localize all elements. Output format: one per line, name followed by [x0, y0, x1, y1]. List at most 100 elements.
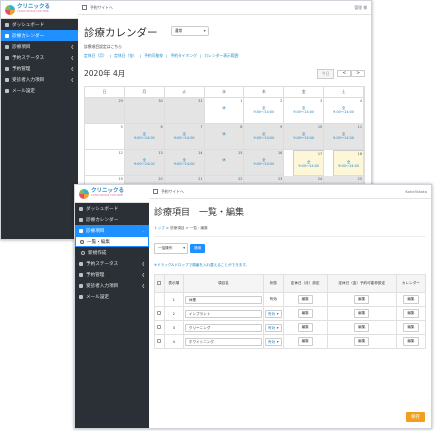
sidebar-item[interactable]: ダッシュボード — [1, 19, 78, 30]
calendar-day[interactable]: 9全 9:00〜14:00 — [244, 124, 285, 150]
calendar-day[interactable]: 7全 9:00〜14:00 — [164, 124, 205, 150]
calendar-day[interactable]: 29 — [85, 98, 125, 124]
edit-button[interactable]: 編集 — [297, 337, 313, 346]
settings-link[interactable]: 予約可能枠 — [144, 53, 163, 58]
status-cell: 有効 — [262, 306, 284, 321]
logo[interactable]: クリニックる CLINIC NICKLE FOR WEB — [1, 1, 78, 19]
edit-button[interactable]: 編集 — [403, 323, 419, 332]
sidebar-item[interactable]: メール設定 — [1, 85, 78, 96]
day-event[interactable]: 休 — [205, 124, 244, 136]
calendar-day[interactable]: 6全 9:00〜14:00 — [124, 124, 165, 150]
edit-button[interactable]: 編集 — [297, 323, 313, 332]
sidebar-item[interactable]: 新規作成 — [75, 247, 149, 258]
logo[interactable]: クリニックる CLINIC NICKLE FOR WEB — [75, 185, 149, 203]
edit-button[interactable]: 編集 — [354, 337, 370, 346]
calendar-day[interactable]: 2全 9:00〜14:00 — [244, 98, 285, 124]
item-name-input[interactable]: ホワイトニング — [184, 337, 262, 346]
grid-icon[interactable] — [153, 189, 158, 194]
calendar-day[interactable]: 17 全 9:00〜14:00 — [293, 150, 325, 176]
edit-button[interactable]: 編集 — [354, 323, 370, 332]
row-checkbox[interactable] — [157, 339, 162, 343]
next-month-button[interactable]: > — [351, 70, 365, 77]
calendar-day[interactable]: 11 全 9:00〜14:00 — [324, 124, 364, 150]
sidebar-item[interactable]: 予約ステータス ❮ — [75, 258, 149, 269]
sidebar-item[interactable]: 診療カレンダー — [1, 30, 78, 41]
table-row[interactable]: 1 休業 有効 編集 編集 編集 — [154, 292, 427, 307]
item-name-input[interactable]: 休業 — [184, 295, 262, 304]
day-event[interactable]: 全 9:00〜14:00 — [244, 98, 283, 115]
status-select[interactable]: 有効 — [264, 323, 282, 332]
today-button[interactable]: 今日 — [316, 68, 335, 79]
table-row[interactable]: 3クリーニング有効 編集 編集 編集 — [154, 320, 427, 335]
breadcrumb-home[interactable]: トップ — [154, 226, 165, 230]
prev-month-button[interactable]: < — [337, 70, 352, 77]
calendar-day[interactable]: 1休 — [204, 98, 245, 124]
calendar-day[interactable]: 18 全 9:00〜14:00 — [333, 150, 364, 176]
item-name-input[interactable]: クリーニング — [184, 323, 262, 332]
day-event[interactable]: 全 9:00〜14:00 — [298, 152, 319, 169]
sidebar-item-label: メール設定 — [12, 88, 35, 94]
edit-button[interactable]: 編集 — [403, 295, 419, 304]
sidebar-item[interactable]: 一覧・編集 — [75, 236, 149, 247]
sidebar-item[interactable]: メール設定 — [75, 291, 149, 302]
calendar-day[interactable]: 16 全 9:00〜14:00 — [244, 150, 285, 176]
calendar-day[interactable]: 30 — [124, 98, 165, 124]
sidebar-item[interactable]: 受診者入力項目 ❮ — [1, 74, 78, 85]
sidebar-item[interactable]: 受診者入力項目 ❮ — [75, 280, 149, 291]
edit-button[interactable]: 編集 — [403, 337, 419, 346]
calendar-day[interactable]: 3全 9:00〜14:00 — [284, 98, 325, 124]
day-event[interactable]: 全 9:00〜14:00 — [338, 152, 359, 169]
day-event[interactable]: 全 9:00〜14:00 — [284, 98, 323, 115]
day-event[interactable]: 全 9:00〜14:00 — [125, 124, 164, 141]
calendar-day[interactable]: 4全 9:00〜14:00 — [324, 98, 364, 124]
edit-button[interactable]: 編集 — [297, 309, 313, 318]
day-event[interactable]: 全 9:00〜14:00 — [324, 98, 363, 115]
sidebar-item[interactable]: 診療カレンダー — [75, 214, 149, 225]
sidebar-item[interactable]: 予約管理 ❮ — [1, 63, 78, 74]
info-text: 診療項目設定はこちら — [84, 44, 122, 49]
day-event[interactable]: 全 9:00〜14:00 — [244, 124, 283, 141]
calendar-day[interactable]: 13 全 9:00〜14:00 — [124, 150, 165, 176]
grid-icon[interactable] — [82, 5, 87, 10]
sidebar-item[interactable]: 予約ステータス ❮ — [1, 52, 78, 63]
edit-button[interactable]: 編集 — [354, 295, 370, 304]
save-button[interactable]: 保存 — [406, 412, 425, 422]
sidebar-item[interactable]: 予約管理 ❮ — [75, 269, 149, 280]
user-name[interactable]: 管理 様 — [354, 5, 367, 11]
sidebar-item[interactable]: 診療項目 ❮ — [1, 41, 78, 52]
status-select[interactable]: 有効 — [264, 337, 282, 346]
edit-button[interactable]: 編集 — [297, 295, 313, 304]
user-name[interactable]: KoheTakata — [405, 189, 427, 194]
site-link[interactable]: 予約サイトへ — [90, 5, 113, 11]
table-row[interactable]: 4ホワイトニング有効 編集 編集 編集 — [154, 334, 427, 349]
sidebar-item[interactable]: 診療項目 ⌄ — [75, 225, 149, 236]
row-checkbox[interactable] — [157, 325, 162, 329]
edit-button[interactable]: 編集 — [403, 309, 419, 318]
calendar-day[interactable]: 10 全 9:00〜14:00 — [284, 124, 325, 150]
edit-button[interactable]: 編集 — [354, 309, 370, 318]
settings-link[interactable]: 定休日（金） — [114, 53, 137, 58]
status-select[interactable]: 有効 — [264, 309, 282, 318]
calendar-type-select[interactable]: 通常 — [170, 26, 209, 36]
bulk-action-select[interactable]: 一括操作 — [154, 243, 188, 254]
apply-button[interactable]: 適用 — [190, 244, 206, 253]
item-name-input[interactable]: インプラント — [184, 309, 262, 318]
settings-link[interactable]: 予約タイミング — [170, 53, 197, 58]
sidebar-item[interactable]: ダッシュボード — [75, 203, 149, 214]
settings-link[interactable]: カレンダー表示範囲 — [204, 53, 238, 58]
table-row[interactable]: 2インプラント有効 編集 編集 編集 — [154, 306, 427, 321]
calendar-day[interactable]: 14 全 9:00〜14:00 — [164, 150, 205, 176]
day-event[interactable]: 休 — [205, 98, 244, 110]
calendar-day[interactable]: 5 — [85, 124, 125, 150]
day-number: 12 — [118, 151, 123, 155]
calendar-day[interactable]: 8休 — [204, 124, 245, 150]
select-all-checkbox[interactable] — [157, 280, 162, 285]
calendar-day[interactable]: 31 — [164, 98, 205, 124]
day-event[interactable]: 全 9:00〜14:00 — [165, 124, 204, 141]
day-event[interactable] — [85, 124, 124, 132]
site-link[interactable]: 予約サイトへ — [161, 189, 184, 195]
calendar-day[interactable]: 12 — [85, 150, 125, 176]
settings-link[interactable]: 定休日（月） — [84, 53, 107, 58]
row-checkbox[interactable] — [157, 311, 162, 315]
calendar-day[interactable]: 15 休 — [204, 150, 245, 176]
